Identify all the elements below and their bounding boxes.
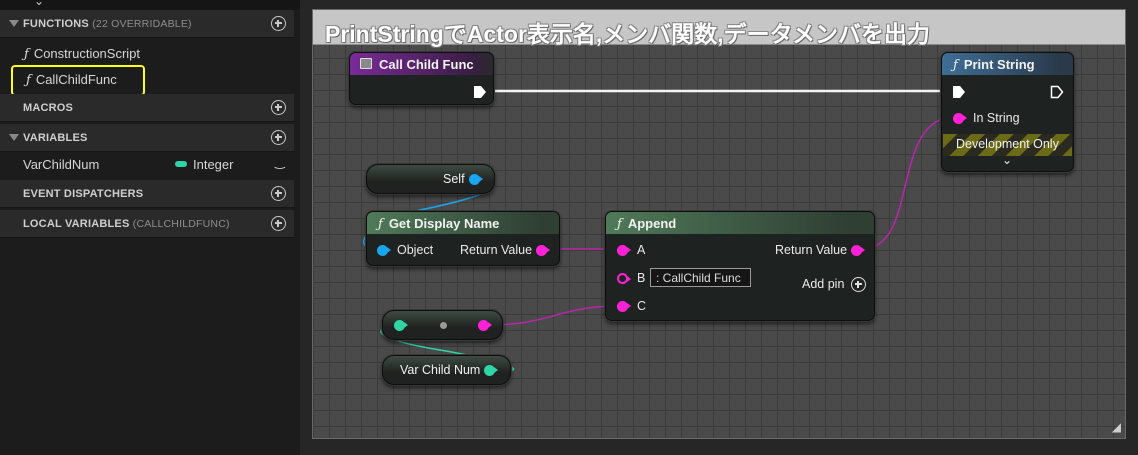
pin-b-label: B <box>637 271 646 285</box>
self-output-pin[interactable] <box>469 174 483 185</box>
section-local-variables-title: LOCAL VARIABLES <box>23 218 130 230</box>
chevron-icon: ⌄ <box>34 0 45 8</box>
section-macros-title: MACROS <box>23 102 74 114</box>
function-icon: ƒ <box>953 58 958 73</box>
section-event-dispatchers[interactable]: EVENT DISPATCHERS <box>0 180 294 208</box>
conversion-node[interactable] <box>382 310 503 340</box>
node-title: Call Child Func <box>379 57 474 72</box>
get-display-name-node[interactable]: ƒ Get Display Name Object Return Value <box>366 211 560 266</box>
function-item-label: ConstructionScript <box>33 46 141 61</box>
section-functions-subtitle: (22 OVERRIDABLE) <box>92 18 192 30</box>
exec-out-pin-icon[interactable] <box>1050 85 1064 99</box>
var-child-num-output-pin[interactable] <box>484 365 498 376</box>
var-child-num-label: Var Child Num <box>400 363 481 377</box>
pin-c[interactable] <box>617 301 631 312</box>
self-label: Self <box>443 172 465 186</box>
call-child-func-node[interactable]: Call Child Func <box>349 52 494 105</box>
exec-out-pin-icon[interactable] <box>473 85 487 99</box>
print-string-node[interactable]: ƒ Print String In String Development Only… <box>941 52 1074 172</box>
section-local-variables-subtitle: (CALLCHILDFUNC) <box>132 218 230 230</box>
add-variable-icon[interactable] <box>271 130 286 145</box>
section-functions[interactable]: FUNCTIONS (22 OVERRIDABLE) <box>0 10 294 38</box>
self-node[interactable]: Self <box>366 164 495 194</box>
add-event-dispatcher-icon[interactable] <box>271 186 286 201</box>
node-title: Print String <box>963 57 1035 72</box>
variable-item-label[interactable]: VarChildNum <box>23 157 99 172</box>
pin-a-label: A <box>637 243 646 257</box>
add-macro-icon[interactable] <box>271 100 286 115</box>
section-variables-title: VARIABLES <box>23 132 88 144</box>
return-value-pin[interactable] <box>536 245 550 256</box>
node-title: Get Display Name <box>388 216 500 231</box>
exec-in-pin-icon[interactable] <box>952 85 966 99</box>
pin-c-label: C <box>637 299 647 313</box>
integer-type-icon <box>175 161 187 167</box>
return-value-pin[interactable] <box>851 245 865 256</box>
object-input-pin[interactable] <box>377 245 391 256</box>
add-pin-icon[interactable] <box>851 277 866 292</box>
in-string-pin[interactable] <box>953 113 967 124</box>
variable-type-label[interactable]: Integer <box>193 157 233 172</box>
string-output-pin[interactable] <box>478 320 492 331</box>
add-pin-label: Add pin <box>802 277 845 291</box>
panel-top-strip: ⌄ <box>0 0 300 10</box>
function-icon: ƒ <box>24 47 29 62</box>
function-icon: ƒ <box>617 217 622 232</box>
function-item-construction-script[interactable]: ƒ ConstructionScript <box>24 46 140 62</box>
development-only-label: Development Only <box>956 137 1059 151</box>
section-functions-title: FUNCTIONS <box>23 18 89 30</box>
resize-grip-icon[interactable]: ◢ <box>1112 420 1121 434</box>
pin-b[interactable] <box>617 273 631 284</box>
my-blueprint-panel: ⌄ FUNCTIONS (22 OVERRIDABLE) ƒ Constructi… <box>0 0 300 455</box>
var-child-num-node[interactable]: Var Child Num <box>382 355 511 385</box>
add-function-icon[interactable] <box>271 16 286 31</box>
comment-title[interactable]: PrintStringでActor表示名,メンバ関数,データメンバを出力 <box>325 15 930 49</box>
append-node[interactable]: ƒ Append A B : CallChild Func C Return Va… <box>605 211 875 321</box>
in-string-label: In String <box>973 111 1020 125</box>
collapse-triangle-icon[interactable] <box>9 20 19 27</box>
section-variables[interactable]: VARIABLES <box>0 124 294 152</box>
highlight-box <box>11 65 145 96</box>
return-value-label: Return Value <box>775 243 848 257</box>
pin-b-value-field[interactable]: : CallChild Func <box>650 268 751 287</box>
function-entry-icon <box>360 58 372 69</box>
eye-icon[interactable]: ‿ <box>275 155 285 169</box>
section-macros[interactable]: MACROS <box>0 94 294 122</box>
node-title: Append <box>627 216 677 231</box>
conversion-dot-icon <box>440 322 447 329</box>
function-icon: ƒ <box>378 217 383 232</box>
section-local-variables[interactable]: LOCAL VARIABLES (CALLCHILDFUNC) <box>0 210 294 238</box>
add-local-variable-icon[interactable] <box>271 216 286 231</box>
collapse-triangle-icon[interactable] <box>9 134 19 141</box>
comment-title-bar[interactable]: PrintStringでActor表示名,メンバ関数,データメンバを出力 <box>313 10 1125 47</box>
object-input-label: Object <box>397 243 434 257</box>
integer-input-pin[interactable] <box>394 320 408 331</box>
section-event-dispatchers-title: EVENT DISPATCHERS <box>23 188 144 200</box>
pin-a[interactable] <box>617 245 631 256</box>
chevron-down-icon[interactable]: ⌄ <box>1002 153 1012 167</box>
return-value-label: Return Value <box>460 243 533 257</box>
